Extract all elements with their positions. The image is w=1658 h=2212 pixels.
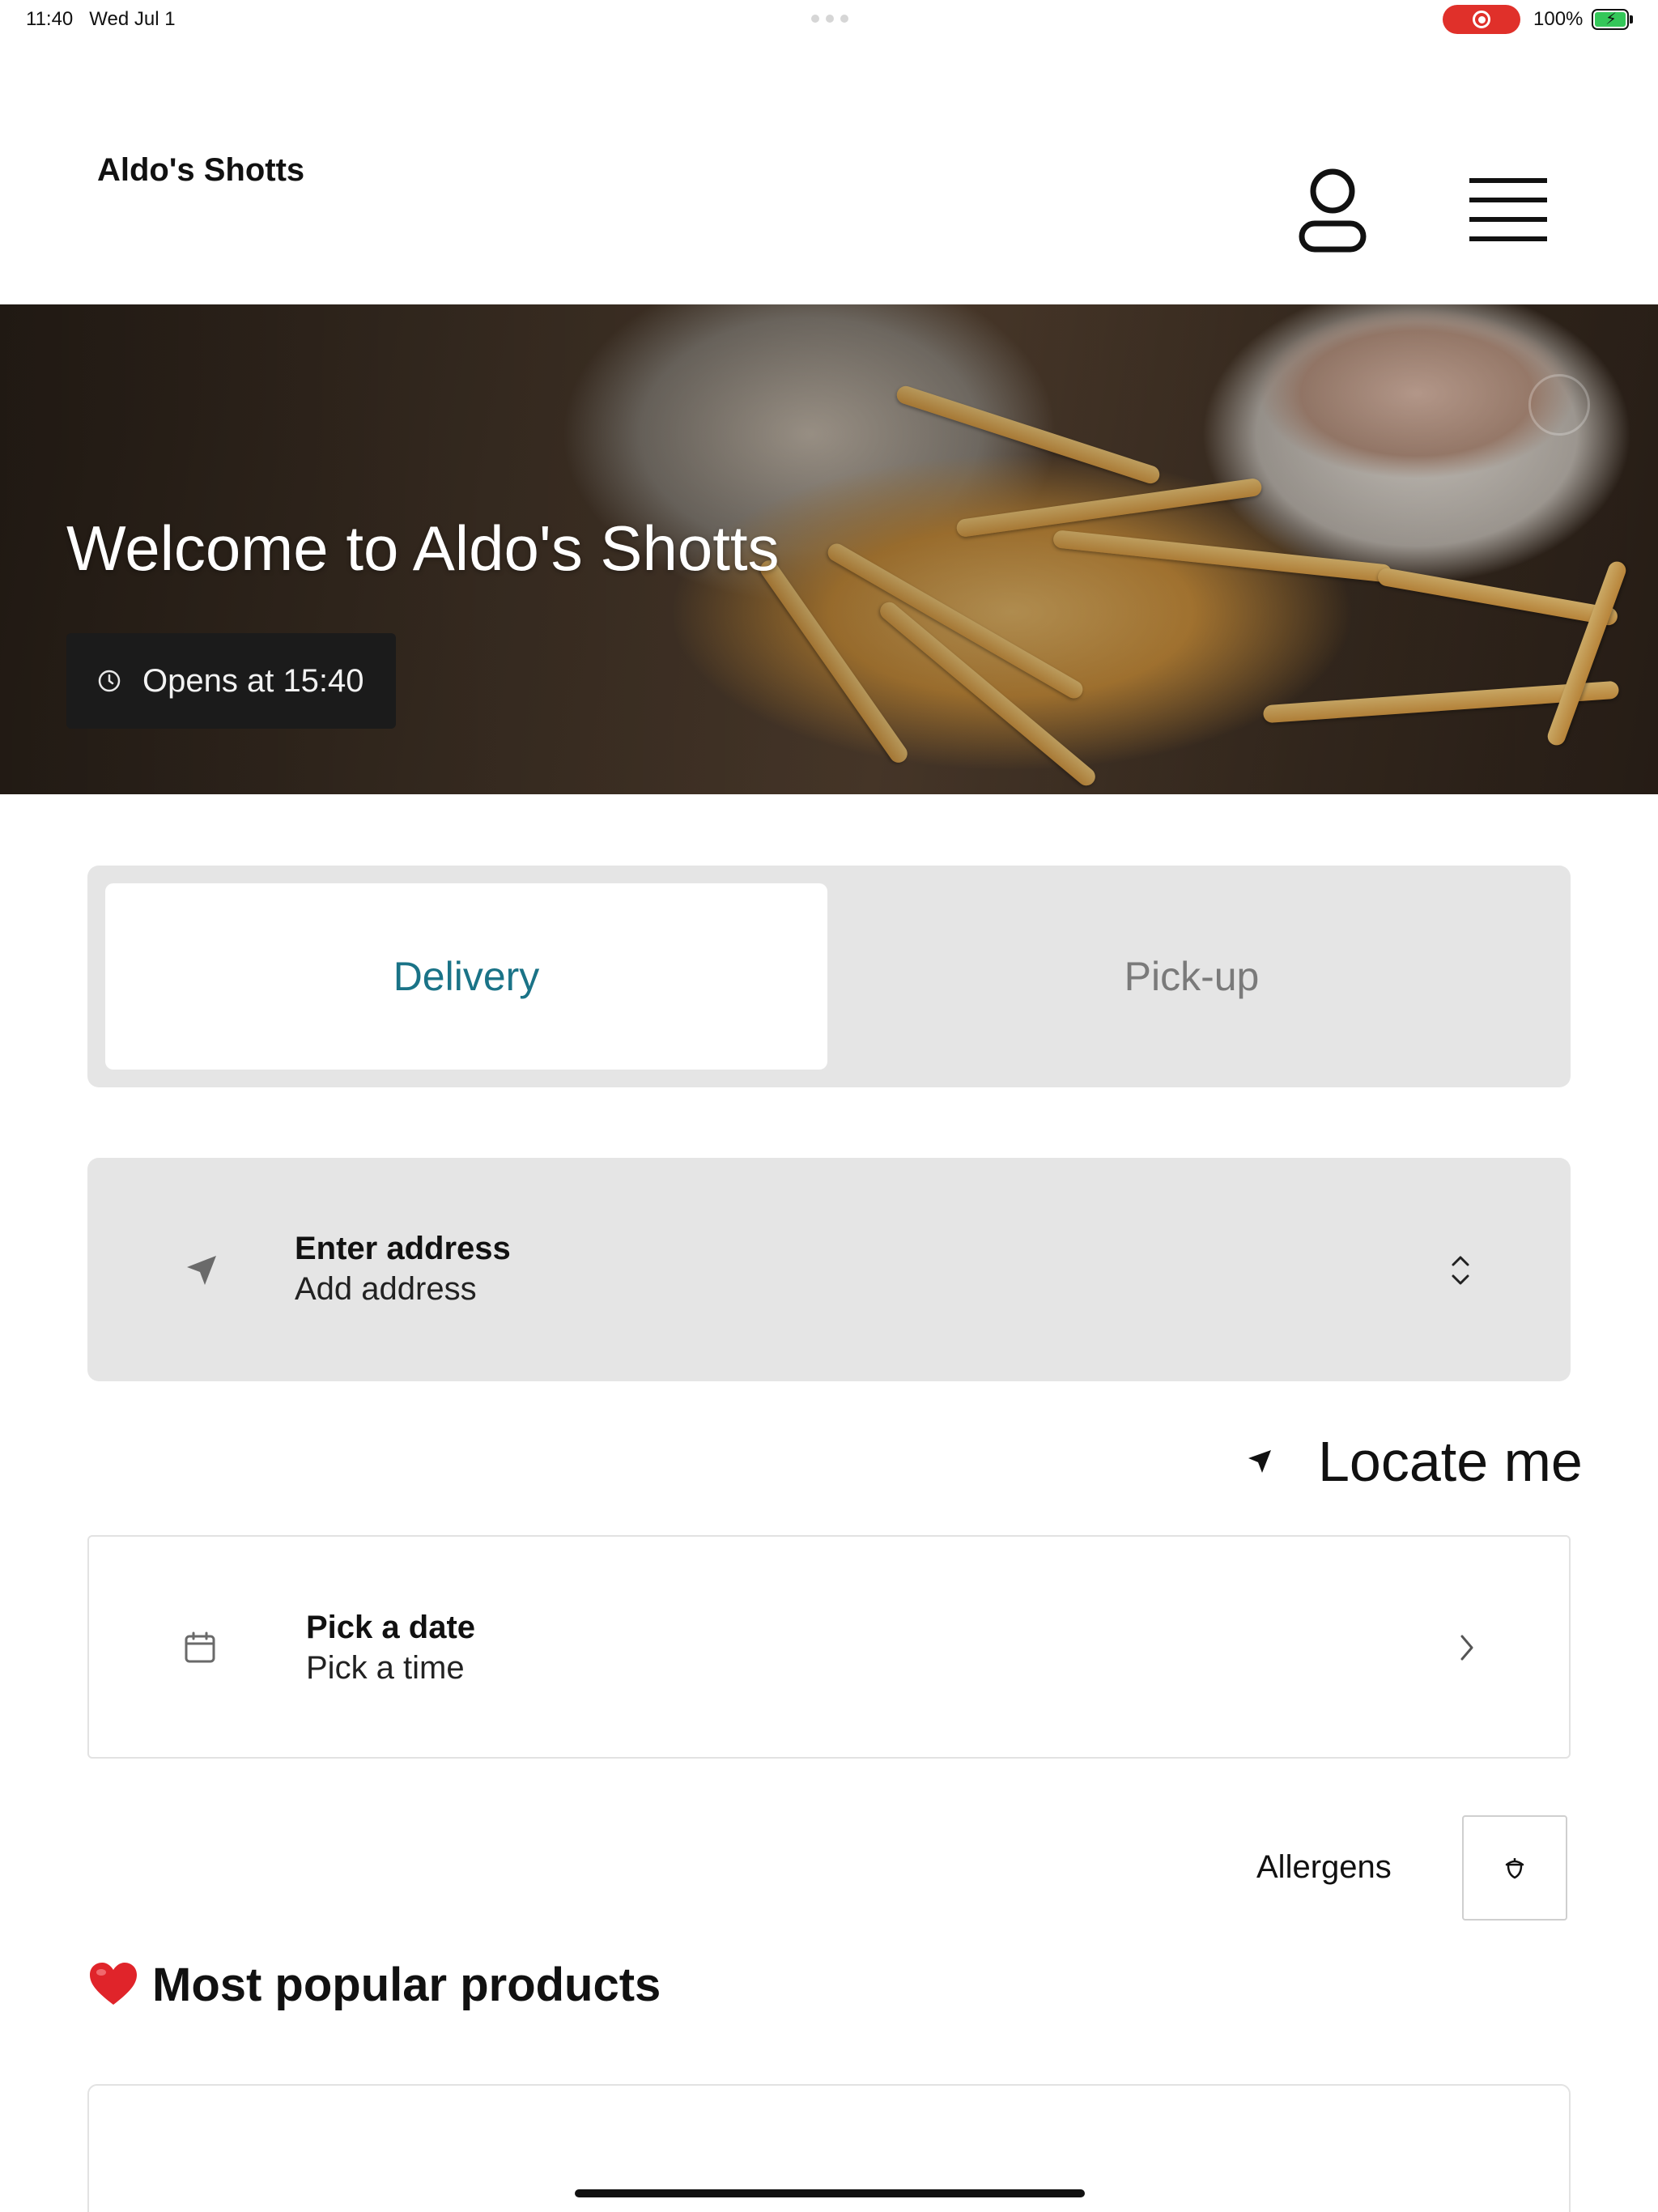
hamburger-menu-icon — [1469, 178, 1547, 241]
most-popular-heading: Most popular products — [87, 1956, 661, 2013]
location-arrow-icon — [1242, 1444, 1278, 1479]
heart-icon — [87, 1959, 139, 2010]
address-title: Enter address — [295, 1231, 511, 1266]
navigation-arrow-icon — [181, 1250, 222, 1291]
chevron-up-down-icon — [1444, 1250, 1477, 1291]
date-time-picker[interactable]: Pick a date Pick a time — [87, 1535, 1571, 1759]
opens-at-text: Opens at 15:40 — [142, 662, 364, 699]
tab-pickup[interactable]: Pick-up — [831, 883, 1553, 1070]
status-time: 11:40 — [26, 8, 74, 30]
site-header: Aldo's Shotts — [0, 39, 1658, 304]
multitasking-dots-icon[interactable] — [811, 15, 848, 23]
brand-name[interactable]: Aldo's Shotts — [97, 152, 304, 189]
locate-me-button[interactable]: Locate me — [1242, 1425, 1583, 1498]
status-bar: 11:40 Wed Jul 1 100% ⚡ — [0, 0, 1658, 39]
pick-time-label: Pick a time — [306, 1650, 465, 1686]
record-icon — [1473, 11, 1490, 28]
address-subtitle: Add address — [295, 1271, 477, 1307]
restaurant-logo-watermark — [1528, 374, 1590, 436]
chevron-right-icon — [1451, 1629, 1483, 1666]
allergens-label: Allergens — [1256, 1849, 1392, 1885]
acorn-icon — [1505, 1858, 1524, 1879]
address-selector[interactable]: Enter address Add address — [87, 1158, 1571, 1381]
allergens-button[interactable] — [1462, 1815, 1567, 1921]
status-time-date: 11:40 Wed Jul 1 — [26, 8, 176, 31]
locate-me-label: Locate me — [1318, 1430, 1583, 1493]
account-button[interactable] — [1290, 160, 1375, 257]
welcome-title: Welcome to Aldo's Shotts — [66, 513, 780, 584]
tab-delivery[interactable]: Delivery — [105, 883, 827, 1070]
menu-button[interactable] — [1464, 168, 1553, 249]
pick-date-label: Pick a date — [306, 1610, 476, 1645]
hero-banner: Welcome to Aldo's Shotts Opens at 15:40 — [0, 304, 1658, 794]
calendar-icon — [181, 1629, 219, 1666]
home-indicator[interactable] — [575, 2189, 1085, 2197]
battery-charging-icon: ⚡ — [1592, 9, 1629, 30]
most-popular-title: Most popular products — [152, 1958, 661, 2011]
clock-icon — [97, 669, 121, 693]
screen-recording-indicator[interactable] — [1443, 5, 1520, 34]
order-mode-toggle: Delivery Pick-up — [87, 866, 1571, 1087]
battery-percentage: 100% — [1533, 8, 1584, 30]
status-date: Wed Jul 1 — [89, 8, 176, 30]
opening-hours-badge: Opens at 15:40 — [66, 633, 396, 729]
user-icon — [1299, 168, 1367, 253]
